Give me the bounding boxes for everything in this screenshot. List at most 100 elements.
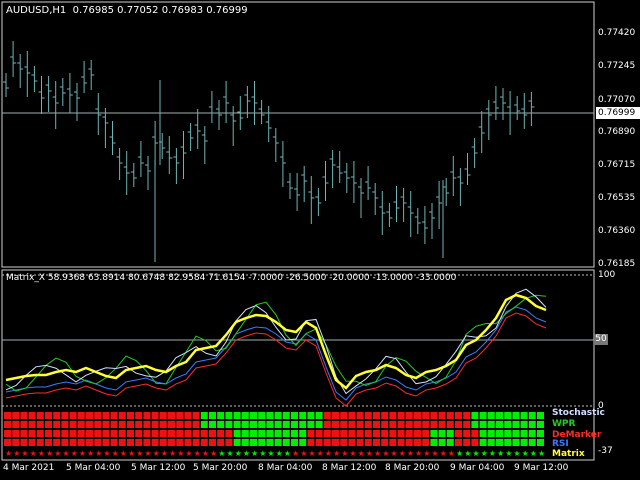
matrix-cell (405, 430, 413, 437)
matrix-cell (315, 412, 323, 419)
matrix-cell (151, 412, 159, 419)
matrix-cell (143, 439, 151, 446)
time-tick: 8 Mar 04:00 (258, 463, 313, 473)
matrix-cell (315, 430, 323, 437)
matrix-cell (176, 430, 184, 437)
matrix-cell (537, 439, 544, 446)
matrix-cell (512, 439, 520, 446)
matrix-cell (463, 412, 471, 419)
matrix-star: ★ (325, 449, 332, 458)
matrix-cell (217, 439, 225, 446)
matrix-cell (430, 421, 438, 428)
matrix-star: ★ (218, 449, 225, 458)
wpr-line (5, 294, 547, 392)
matrix-star: ★ (440, 449, 447, 458)
matrix-cell (36, 412, 44, 419)
matrix-cell (340, 421, 348, 428)
matrix-cell (414, 421, 421, 428)
matrix-cell (373, 412, 380, 419)
matrix-cell (266, 430, 274, 437)
matrix-cell (487, 421, 495, 428)
matrix-cell (307, 430, 315, 437)
matrix-star: ★ (161, 449, 168, 458)
time-tick: 5 Mar 20:00 (193, 463, 248, 473)
matrix-cell (20, 439, 28, 446)
matrix-cell (496, 430, 503, 437)
matrix-cell (159, 421, 167, 428)
matrix-cell (176, 421, 184, 428)
matrix-star: ★ (284, 449, 291, 458)
matrix-star: ★ (464, 449, 471, 458)
matrix-cell (405, 439, 413, 446)
matrix-cell (479, 439, 487, 446)
matrix-cell (184, 412, 192, 419)
matrix-cell (340, 430, 348, 437)
matrix-star: ★ (481, 449, 488, 458)
matrix-cell (496, 412, 503, 419)
matrix-cell (168, 430, 175, 437)
matrix-cell (282, 421, 290, 428)
matrix-cell (258, 430, 266, 437)
matrix-cell (471, 439, 479, 446)
matrix-cell (291, 439, 298, 446)
matrix-cell (512, 421, 520, 428)
price-tick: 0.76185 (598, 259, 636, 269)
matrix-cell (135, 430, 143, 437)
matrix-cell (348, 430, 356, 437)
matrix-cell (504, 439, 512, 446)
matrix-cell (315, 439, 323, 446)
matrix-cell (110, 412, 118, 419)
matrix-cell (217, 430, 225, 437)
matrix-cell (192, 430, 200, 437)
stochastic-line (5, 288, 547, 395)
price-tick: 0.76535 (598, 193, 636, 203)
legend-stochastic: Stochastic (552, 408, 605, 418)
matrix-cell (94, 439, 102, 446)
matrix-star: ★ (431, 449, 438, 458)
matrix-cell (127, 412, 134, 419)
matrix-cell (192, 421, 200, 428)
matrix-cell (143, 421, 151, 428)
matrix-cell (69, 421, 77, 428)
chart-canvas[interactable]: ★ ★ ★ ★ ★ ★ ★ ★ ★ ★ ★ ★ ★ ★ ★ ★ ★ ★ ★ ★ ★ ★ ★ ★ ★ ★ ★ ★ ★ ★ ★ ★ ★ ★ ★ ★ ★ ★ ★ ★… (0, 0, 640, 480)
matrix-cell (438, 430, 446, 437)
matrix-cell (12, 439, 20, 446)
matrix-cell (512, 430, 520, 437)
matrix-cell (20, 430, 28, 437)
matrix-cell (463, 439, 471, 446)
matrix-cell (438, 439, 446, 446)
matrix-cell (504, 421, 512, 428)
matrix-cell (537, 430, 544, 437)
matrix-star: ★ (177, 449, 184, 458)
matrix-star: ★ (153, 449, 160, 458)
matrix-cell (496, 439, 503, 446)
matrix-cell (479, 430, 487, 437)
matrix-cell (266, 421, 274, 428)
matrix-cell (4, 421, 11, 428)
matrix-cell (512, 412, 520, 419)
matrix-cell (4, 412, 11, 419)
matrix-cell (356, 439, 364, 446)
matrix-cell (266, 439, 274, 446)
matrix-cell (528, 430, 536, 437)
matrix-cell (348, 412, 356, 419)
matrix-cell (159, 430, 167, 437)
matrix-cell (53, 430, 61, 437)
matrix-cell (348, 421, 356, 428)
matrix-line (5, 293, 547, 390)
matrix-cell (446, 430, 454, 437)
matrix-cell (45, 421, 52, 428)
matrix-cell (405, 412, 413, 419)
matrix-cell (364, 430, 372, 437)
matrix-cell (520, 412, 528, 419)
matrix-cell (487, 439, 495, 446)
matrix-cell (323, 439, 331, 446)
matrix-cell (184, 430, 192, 437)
matrix-cell (69, 439, 77, 446)
matrix-star: ★ (522, 449, 529, 458)
matrix-cell (537, 412, 544, 419)
matrix-cell (332, 439, 339, 446)
matrix-star: ★ (448, 449, 455, 458)
legend-matrix: Matrix (552, 449, 585, 459)
matrix-cell (200, 421, 208, 428)
